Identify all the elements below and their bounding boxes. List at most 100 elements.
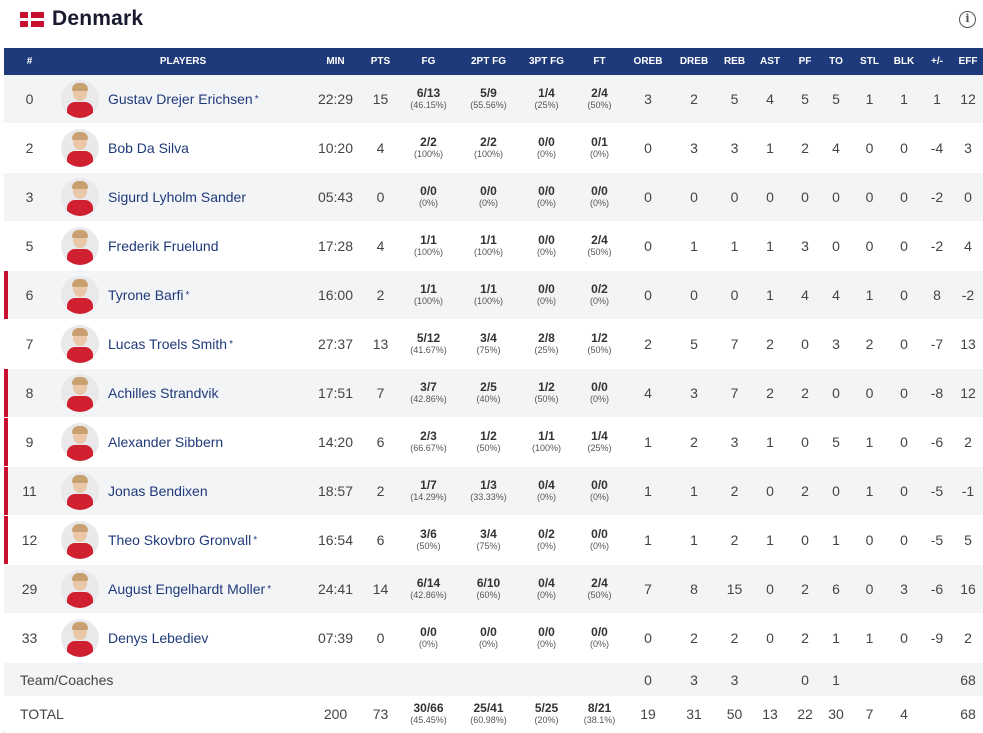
cell-ast: 1 <box>750 123 790 173</box>
player-row[interactable]: 0 Gustav Drejer Erichsen * 22:29 15 6/13 (46.1… <box>4 75 983 124</box>
cell-jersey-number: 0 <box>4 75 55 124</box>
player-row[interactable]: 11 Jonas Bendixen 18:57 2 1/7 (14.29%) 1/3 (33.… <box>4 466 983 516</box>
player-row[interactable]: 33 Denys Lebediev 07:39 0 0/0 (0%) 0/0 (0%) 0/0(… <box>4 613 983 663</box>
team-header: Denmark i <box>0 0 983 44</box>
cell-2pt-fg: 2/2 (100%) <box>456 123 521 173</box>
player-row[interactable]: 12 Theo Skovbro Gronvall * 16:54 6 3/6 (50%) 3/… <box>4 515 983 565</box>
player-row[interactable]: 5 Frederik Fruelund 17:28 4 1/1 (100%) 1/1 (100… <box>4 221 983 271</box>
team-coaches-label: Team/Coaches <box>4 662 311 697</box>
player-name-link[interactable]: Bob Da Silva <box>108 140 189 156</box>
cell-dreb: 3 <box>669 662 719 697</box>
cell-pf: 2 <box>790 466 820 516</box>
cell-plus-minus: -5 <box>921 466 953 516</box>
info-icon[interactable]: i <box>959 11 976 28</box>
cell-3pt-fg: 2/8 (25%) <box>521 319 572 369</box>
cell-ft: 1/2 (50%) <box>572 319 627 369</box>
col-stl[interactable]: STL <box>852 48 887 75</box>
col-fg[interactable]: FG <box>401 48 456 75</box>
cell-ft: 1/4 (25%) <box>572 417 627 467</box>
cell-eff: 13 <box>953 319 983 369</box>
cell-ft: 2/4 (50%) <box>572 221 627 271</box>
avatar <box>61 178 99 216</box>
cell-pf: 0 <box>790 319 820 369</box>
player-row[interactable]: 2 Bob Da Silva 10:20 4 2/2 (100%) 2/2 (100%) 0/0… <box>4 123 983 173</box>
player-name-link[interactable]: August Engelhardt Moller <box>108 581 265 597</box>
cell-stl: 0 <box>852 172 887 222</box>
player-row[interactable]: 3 Sigurd Lyholm Sander 05:43 0 0/0 (0%) 0/0 (0%… <box>4 172 983 222</box>
col-min[interactable]: MIN <box>311 48 360 75</box>
col-reb[interactable]: REB <box>719 48 750 75</box>
player-name-link[interactable]: Alexander Sibbern <box>108 434 223 450</box>
cell-oreb: 0 <box>627 172 669 222</box>
col-plus-minus[interactable]: +/- <box>921 48 953 75</box>
col-pf[interactable]: PF <box>790 48 820 75</box>
cell-oreb: 1 <box>627 515 669 565</box>
cell-3pt-fg: 0/0 (0%) <box>521 221 572 271</box>
cell-reb: 7 <box>719 368 750 418</box>
col-players[interactable]: PLAYERS <box>55 48 311 75</box>
cell-ast: 0 <box>750 172 790 222</box>
cell-pf: 0 <box>790 662 820 697</box>
cell-to: 1 <box>820 515 852 565</box>
cell-dreb: 1 <box>669 515 719 565</box>
cell-reb: 7 <box>719 319 750 369</box>
player-name-link[interactable]: Tyrone Barfi <box>108 287 183 303</box>
cell-stl: 2 <box>852 319 887 369</box>
col-number[interactable]: # <box>4 48 55 75</box>
col-oreb[interactable]: OREB <box>627 48 669 75</box>
player-row[interactable]: 29 August Engelhardt Moller * 24:41 14 6/14 (4… <box>4 564 983 614</box>
cell-pf: 0 <box>790 515 820 565</box>
cell-2pt-fg: 1/2 (50%) <box>456 417 521 467</box>
cell-eff: 16 <box>953 564 983 614</box>
cell-2pt-fg: 1/3 (33.33%) <box>456 466 521 516</box>
cell-min: 18:57 <box>311 466 360 516</box>
cell-dreb: 8 <box>669 564 719 614</box>
cell-player: Bob Da Silva <box>55 123 311 173</box>
cell-3pt-fg: 1/2 (50%) <box>521 368 572 418</box>
player-name-link[interactable]: Lucas Troels Smith <box>108 336 227 352</box>
col-dreb[interactable]: DREB <box>669 48 719 75</box>
col-to[interactable]: TO <box>820 48 852 75</box>
col-ast[interactable]: AST <box>750 48 790 75</box>
cell-ft: 0/1 (0%) <box>572 123 627 173</box>
player-name-link[interactable]: Sigurd Lyholm Sander <box>108 189 246 205</box>
cell-pts: 0 <box>360 172 401 222</box>
player-name-link[interactable]: Denys Lebediev <box>108 630 208 646</box>
cell-player: Achilles Strandvik <box>55 368 311 418</box>
cell-player: Frederik Fruelund <box>55 221 311 271</box>
cell-ast: 0 <box>750 466 790 516</box>
col-eff[interactable]: EFF <box>953 48 983 75</box>
cell-to: 1 <box>820 662 852 697</box>
player-name-link[interactable]: Gustav Drejer Erichsen <box>108 91 253 107</box>
avatar <box>61 276 99 314</box>
col-blk[interactable]: BLK <box>887 48 921 75</box>
player-row[interactable]: 6 Tyrone Barfi * 16:00 2 1/1 (100%) 1/1 (100%) 0/… <box>4 270 983 320</box>
player-name-link[interactable]: Theo Skovbro Gronvall <box>108 532 251 548</box>
starter-mark: * <box>185 289 190 301</box>
cell-pts: 73 <box>360 696 401 731</box>
player-name-link[interactable]: Frederik Fruelund <box>108 238 219 254</box>
cell-reb: 3 <box>719 662 750 697</box>
player-row[interactable]: 8 Achilles Strandvik 17:51 7 3/7 (42.86%) 2/5(… <box>4 368 983 418</box>
cell-eff: 12 <box>953 75 983 124</box>
col-2pt-fg[interactable]: 2PT FG <box>456 48 521 75</box>
cell-3pt-fg: 0/4 (0%) <box>521 564 572 614</box>
cell-pts: 4 <box>360 123 401 173</box>
cell-eff: 2 <box>953 613 983 663</box>
col-pts[interactable]: PTS <box>360 48 401 75</box>
player-row[interactable]: 7 Lucas Troels Smith * 27:37 13 5/12 (41.67%) 3… <box>4 319 983 369</box>
team-name: Denmark <box>52 7 144 30</box>
cell-min: 17:51 <box>311 368 360 418</box>
cell-pf: 4 <box>790 270 820 320</box>
col-ft[interactable]: FT <box>572 48 627 75</box>
cell-ft: 0/2 (0%) <box>572 270 627 320</box>
cell-2pt-fg: 3/4 (75%) <box>456 515 521 565</box>
cell-blk: 3 <box>887 564 921 614</box>
cell-eff: 68 <box>953 696 983 731</box>
col-3pt-fg[interactable]: 3PT FG <box>521 48 572 75</box>
player-row[interactable]: 9 Alexander Sibbern 14:20 6 2/3 (66.67%) 1/2 (5… <box>4 417 983 467</box>
player-name-link[interactable]: Jonas Bendixen <box>108 483 208 499</box>
cell-dreb: 1 <box>669 466 719 516</box>
player-name-link[interactable]: Achilles Strandvik <box>108 385 219 401</box>
cell-player: Sigurd Lyholm Sander <box>55 172 311 222</box>
